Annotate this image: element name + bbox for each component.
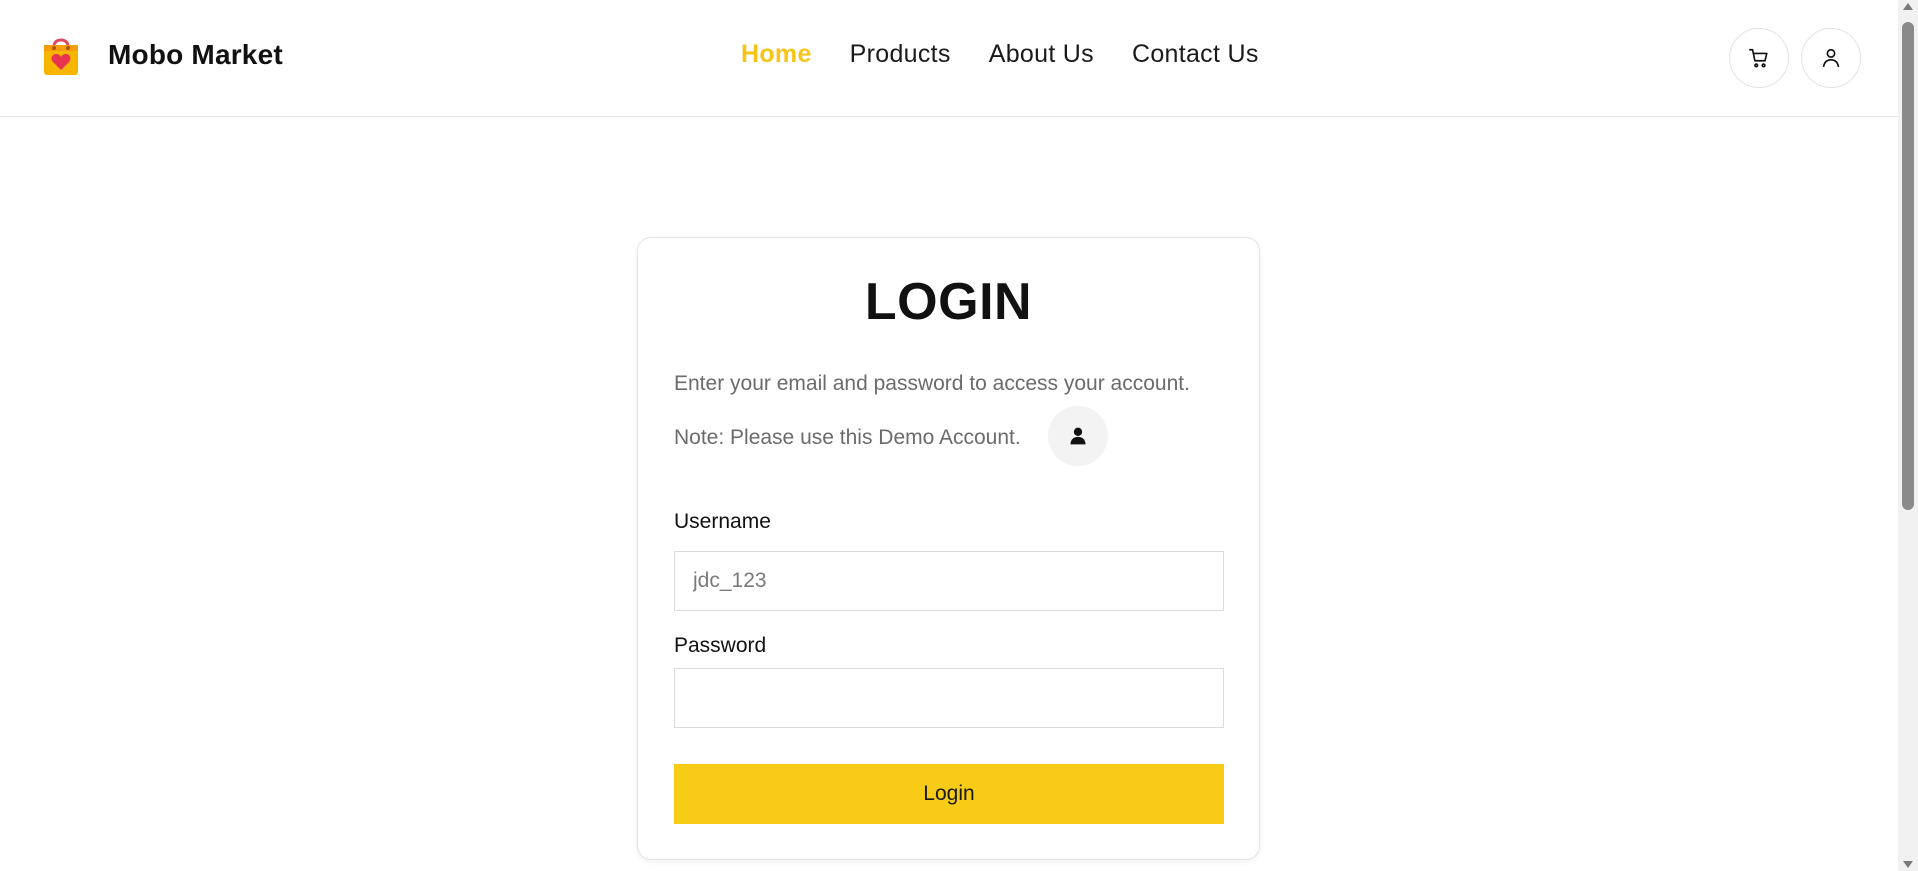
cart-icon <box>1749 48 1768 68</box>
scroll-down-arrow-icon[interactable] <box>1903 861 1913 868</box>
shopping-bag-heart-icon <box>44 38 78 75</box>
scroll-thumb[interactable] <box>1902 22 1914 510</box>
login-subtitle: Enter your email and password to access … <box>674 372 1190 395</box>
nav-about-us[interactable]: About Us <box>989 40 1094 69</box>
login-button[interactable]: Login <box>674 764 1224 824</box>
site-header: Mobo Market Home Products About Us Conta… <box>0 0 1898 117</box>
nav-products[interactable]: Products <box>850 40 951 69</box>
username-input[interactable] <box>674 551 1224 611</box>
user-outline-icon <box>1822 48 1840 68</box>
demo-account-note: Note: Please use this Demo Account. <box>674 426 1021 449</box>
nav-home[interactable]: Home <box>741 40 812 69</box>
login-title: LOGIN <box>864 273 1033 331</box>
password-label: Password <box>674 634 767 657</box>
password-input[interactable] <box>674 668 1224 728</box>
nav-contact-us[interactable]: Contact Us <box>1132 40 1259 69</box>
username-label: Username <box>674 510 771 533</box>
account-button[interactable] <box>1801 28 1861 88</box>
login-card: LOGIN Enter your email and password to a… <box>637 237 1260 860</box>
scroll-up-arrow-icon[interactable] <box>1903 3 1913 10</box>
demo-account-button[interactable] <box>1048 406 1108 466</box>
brand-name: Mobo Market <box>108 39 283 70</box>
brand-link[interactable]: Mobo Market <box>38 32 283 78</box>
user-filled-icon <box>1070 427 1086 445</box>
page-scrollbar[interactable] <box>1898 0 1918 871</box>
cart-button[interactable] <box>1729 28 1789 88</box>
main-nav: Home Products About Us Contact Us <box>741 40 1297 69</box>
